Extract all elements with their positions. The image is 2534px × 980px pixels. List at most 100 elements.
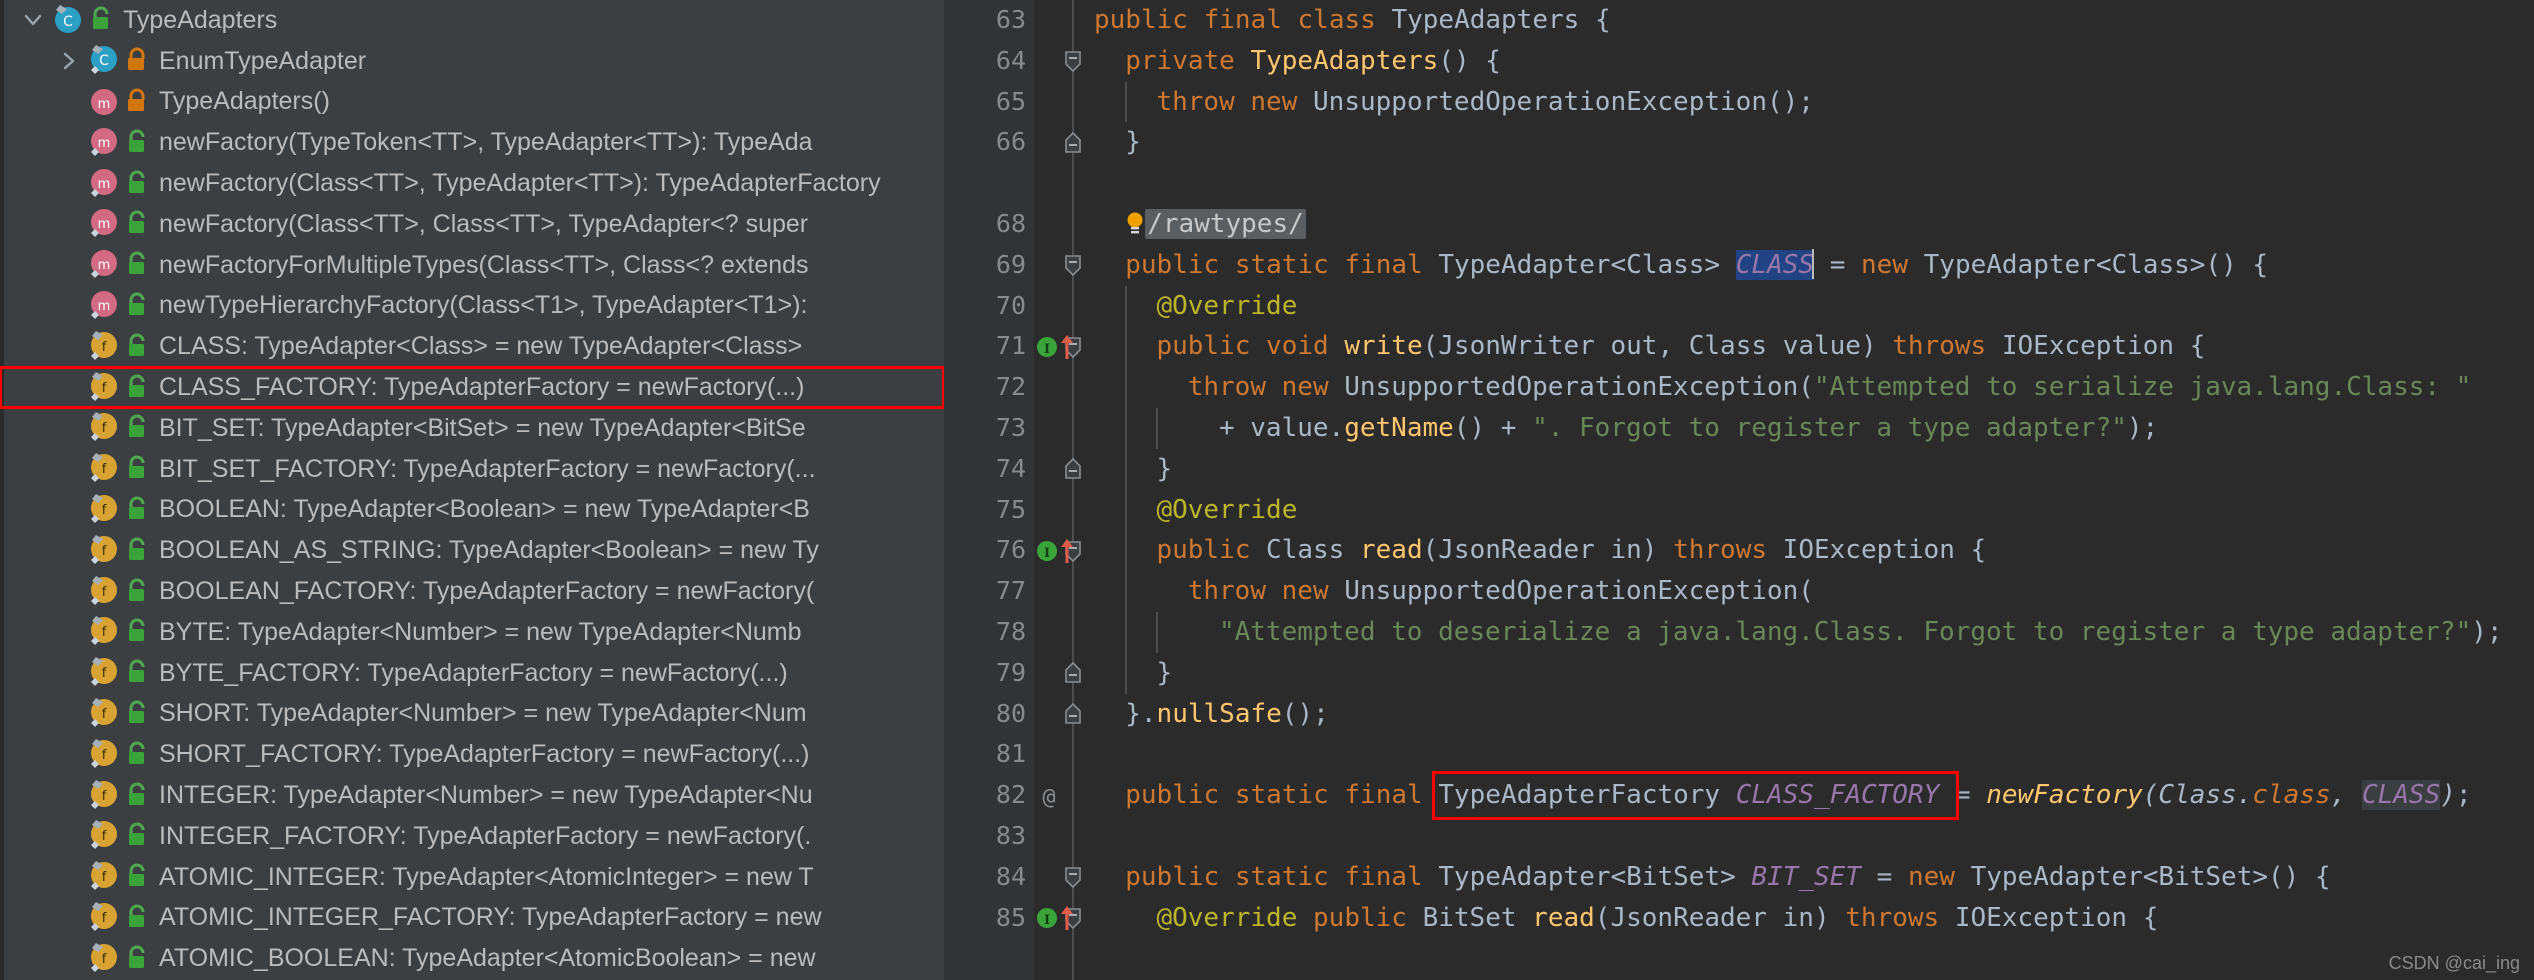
- structure-tree-item-15[interactable]: f BYTE: TypeAdapter<Number> = new TypeAd…: [0, 612, 944, 653]
- code-line[interactable]: }: [1156, 449, 1172, 490]
- fold-collapse-icon[interactable]: [1062, 857, 1084, 898]
- code-line[interactable]: throw new UnsupportedOperationException(…: [1188, 367, 2472, 408]
- field-static-icon: f: [86, 371, 120, 405]
- override-implement-icon[interactable]: I: [1036, 898, 1080, 939]
- code-line[interactable]: public static final TypeAdapter<Class> C…: [1125, 245, 2268, 286]
- structure-tree-item-13[interactable]: f BOOLEAN_AS_STRING: TypeAdapter<Boolean…: [0, 530, 944, 571]
- public-lock-icon: [124, 577, 150, 607]
- svg-text:f: f: [102, 625, 107, 640]
- public-lock-icon: [124, 699, 150, 729]
- structure-tree-item-23[interactable]: f ATOMIC_BOOLEAN: TypeAdapter<AtomicBool…: [0, 938, 944, 979]
- structure-tree-item-21[interactable]: f ATOMIC_INTEGER: TypeAdapter<AtomicInte…: [0, 857, 944, 898]
- structure-tree-item-7[interactable]: m newTypeHierarchyFactory(Class<T1>, Typ…: [0, 286, 944, 327]
- text-caret: [1812, 248, 1815, 279]
- code-line[interactable]: + value.getName() + ". Forgot to registe…: [1219, 408, 2158, 449]
- code-line[interactable]: /rawtypes/: [1125, 204, 1306, 245]
- private-lock-icon: [124, 46, 150, 76]
- structure-tree-item-12[interactable]: f BOOLEAN: TypeAdapter<Boolean> = new Ty…: [0, 490, 944, 531]
- code-line[interactable]: throw new UnsupportedOperationException(…: [1156, 82, 1813, 123]
- public-lock-icon: [124, 128, 150, 158]
- fold-expand-icon[interactable]: [1062, 122, 1084, 163]
- structure-tree-item-18[interactable]: f SHORT_FACTORY: TypeAdapterFactory = ne…: [0, 734, 944, 775]
- structure-tree-item-1[interactable]: C EnumTypeAdapter: [0, 41, 944, 82]
- fold-expand-icon[interactable]: [1062, 449, 1084, 490]
- line-number: 81: [995, 739, 1026, 769]
- override-implement-icon[interactable]: I: [1036, 530, 1080, 571]
- structure-tree-item-0[interactable]: C TypeAdapters: [0, 0, 944, 41]
- structure-tree-item-6[interactable]: m newFactoryForMultipleTypes(Class<TT>, …: [0, 245, 944, 286]
- structure-tree-item-label: BIT_SET_FACTORY: TypeAdapterFactory = ne…: [159, 454, 816, 483]
- public-lock-icon: [124, 413, 150, 443]
- tree-expander-placeholder: [52, 572, 86, 612]
- structure-tree-item-9[interactable]: f CLASS_FACTORY: TypeAdapterFactory = ne…: [0, 366, 944, 409]
- code-line[interactable]: public void write(JsonWriter out, Class …: [1156, 326, 2205, 367]
- tree-expander-placeholder: [52, 286, 86, 326]
- fold-collapse-icon[interactable]: [1062, 245, 1084, 286]
- line-number: 75: [995, 494, 1026, 524]
- line-number: 83: [995, 821, 1026, 850]
- fold-expand-icon[interactable]: [1062, 694, 1084, 735]
- structure-tree-item-label: BOOLEAN_FACTORY: TypeAdapterFactory = ne…: [159, 577, 815, 606]
- tree-expander-placeholder: [52, 327, 86, 367]
- code-line[interactable]: public final class TypeAdapters {: [1094, 0, 1611, 41]
- structure-tree-item-11[interactable]: f BIT_SET_FACTORY: TypeAdapterFactory = …: [0, 449, 944, 490]
- structure-tree-item-label: BOOLEAN: TypeAdapter<Boolean> = new Type…: [159, 495, 810, 524]
- public-lock-icon: [124, 169, 150, 199]
- line-number: 79: [995, 657, 1026, 687]
- fold-expand-icon[interactable]: [1062, 653, 1084, 694]
- code-line[interactable]: "Attempted to deserialize a java.lang.Cl…: [1219, 612, 2503, 653]
- svg-text:f: f: [102, 829, 107, 844]
- public-lock-icon: [124, 536, 150, 566]
- public-lock-icon: [124, 821, 150, 851]
- structure-tree-item-10[interactable]: f BIT_SET: TypeAdapter<BitSet> = new Typ…: [0, 408, 944, 449]
- structure-tree-item-3[interactable]: m newFactory(TypeToken<TT>, TypeAdapter<…: [0, 122, 944, 163]
- structure-tree-item-label: newFactory(Class<TT>, TypeAdapter<TT>): …: [159, 169, 881, 198]
- code-line[interactable]: @Override: [1156, 490, 1297, 531]
- structure-tool-window[interactable]: C TypeAdapters C EnumTypeAdapter m TypeA…: [0, 0, 944, 980]
- public-lock-icon: [124, 495, 150, 525]
- code-line[interactable]: throw new UnsupportedOperationException(: [1188, 571, 1814, 612]
- selected-identifier[interactable]: CLASS: [1735, 249, 1815, 280]
- structure-tree-item-4[interactable]: m newFactory(Class<TT>, TypeAdapter<TT>)…: [0, 163, 944, 204]
- at-sign-marker[interactable]: @: [1036, 775, 1062, 816]
- field-static-icon: f: [86, 534, 120, 568]
- folded-comment[interactable]: /rawtypes/: [1145, 209, 1306, 239]
- code-line[interactable]: @Override public BitSet read(JsonReader …: [1156, 898, 2158, 939]
- svg-text:@: @: [1042, 785, 1055, 810]
- structure-tree-item-17[interactable]: f SHORT: TypeAdapter<Number> = new TypeA…: [0, 694, 944, 735]
- override-implement-icon[interactable]: I: [1036, 326, 1080, 367]
- field-static-icon: f: [86, 779, 120, 813]
- structure-tree-item-5[interactable]: m newFactory(Class<TT>, Class<TT>, TypeA…: [0, 204, 944, 245]
- editor-gutter[interactable]: 63 64 65 66 68 69 70 71 72 73 74 75 76 77 78 79 80 81 82 83…: [944, 0, 1034, 980]
- public-lock-icon: [124, 862, 150, 892]
- code-line[interactable]: public static final TypeAdapterFactory C…: [1125, 775, 2472, 816]
- chevron-right-icon[interactable]: [52, 41, 86, 81]
- method-static-icon: m: [86, 167, 120, 201]
- tree-expander-placeholder: [52, 490, 86, 530]
- code-line[interactable]: }.nullSafe();: [1125, 694, 1329, 735]
- structure-tree-item-22[interactable]: f ATOMIC_INTEGER_FACTORY: TypeAdapterFac…: [0, 898, 944, 939]
- code-line[interactable]: @Override: [1156, 286, 1297, 327]
- line-number: 65: [995, 86, 1026, 116]
- structure-tree-item-20[interactable]: f INTEGER_FACTORY: TypeAdapterFactory = …: [0, 816, 944, 857]
- structure-tree-item-2[interactable]: m TypeAdapters(): [0, 82, 944, 123]
- svg-text:f: f: [102, 503, 107, 518]
- structure-tree-item-8[interactable]: f CLASS: TypeAdapter<Class> = new TypeAd…: [0, 326, 944, 367]
- svg-text:f: f: [102, 748, 107, 763]
- svg-text:f: f: [102, 421, 107, 436]
- code-line[interactable]: }: [1125, 122, 1141, 163]
- intention-bulb-icon[interactable]: [1125, 210, 1145, 238]
- code-editor-pane[interactable]: 63 64 65 66 68 69 70 71 72 73 74 75 76 77 78 79 80 81 82 83…: [944, 0, 2534, 980]
- code-line[interactable]: public Class read(JsonReader in) throws …: [1156, 530, 1986, 571]
- ide-window: C TypeAdapters C EnumTypeAdapter m TypeA…: [0, 0, 2534, 980]
- fold-collapse-icon[interactable]: [1062, 41, 1084, 82]
- structure-tree-item-14[interactable]: f BOOLEAN_FACTORY: TypeAdapterFactory = …: [0, 571, 944, 612]
- code-line[interactable]: public static final TypeAdapter<BitSet> …: [1125, 857, 2330, 898]
- code-line[interactable]: private TypeAdapters() {: [1125, 41, 1501, 82]
- chevron-down-icon[interactable]: [16, 0, 50, 40]
- code-line[interactable]: }: [1156, 653, 1172, 694]
- structure-tree-item-19[interactable]: f INTEGER: TypeAdapter<Number> = new Typ…: [0, 775, 944, 816]
- structure-tree-item-16[interactable]: f BYTE_FACTORY: TypeAdapterFactory = new…: [0, 653, 944, 694]
- line-number: 74: [995, 453, 1026, 483]
- structure-tree[interactable]: C TypeAdapters C EnumTypeAdapter m TypeA…: [0, 0, 944, 980]
